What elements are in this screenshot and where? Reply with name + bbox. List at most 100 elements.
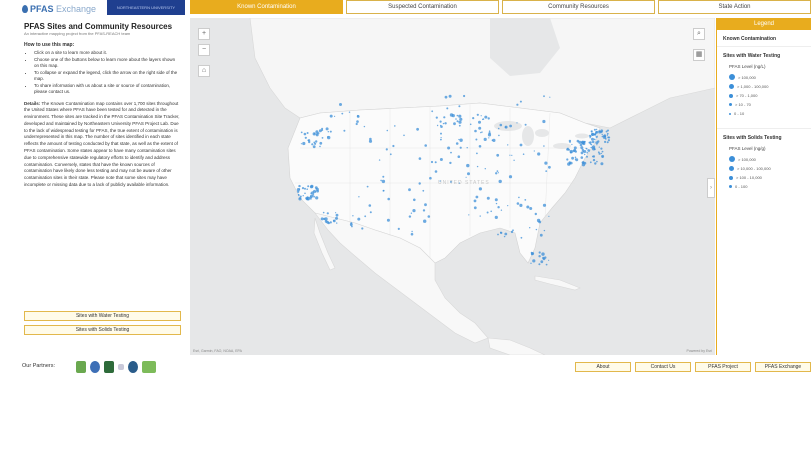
site-marker[interactable] — [607, 129, 609, 132]
site-marker[interactable] — [606, 132, 609, 135]
site-marker[interactable] — [482, 118, 485, 120]
partner-logo-icon[interactable] — [104, 361, 114, 373]
partner-logo-icon[interactable] — [128, 361, 138, 373]
site-marker[interactable] — [302, 195, 304, 197]
site-marker[interactable] — [535, 228, 538, 231]
site-marker[interactable] — [457, 155, 461, 158]
site-marker[interactable] — [576, 139, 580, 143]
site-marker[interactable] — [476, 165, 479, 168]
site-marker[interactable] — [519, 203, 523, 207]
site-marker[interactable] — [497, 233, 499, 236]
site-marker[interactable] — [569, 151, 572, 154]
site-marker[interactable] — [507, 144, 509, 146]
site-marker[interactable] — [355, 122, 358, 126]
site-marker[interactable] — [518, 196, 520, 199]
site-marker[interactable] — [315, 140, 318, 143]
site-marker[interactable] — [319, 141, 323, 145]
site-marker[interactable] — [591, 140, 595, 144]
site-marker[interactable] — [602, 135, 604, 137]
site-marker[interactable] — [529, 227, 531, 229]
site-marker[interactable] — [408, 188, 411, 192]
site-marker[interactable] — [468, 214, 470, 216]
site-marker[interactable] — [299, 195, 302, 198]
site-marker[interactable] — [593, 138, 596, 141]
site-marker[interactable] — [541, 252, 545, 256]
site-marker[interactable] — [498, 179, 502, 184]
site-marker[interactable] — [466, 163, 470, 168]
site-marker[interactable] — [478, 126, 482, 130]
site-marker[interactable] — [538, 251, 541, 254]
site-marker[interactable] — [302, 141, 306, 146]
site-marker[interactable] — [361, 227, 364, 230]
site-marker[interactable] — [478, 187, 482, 191]
site-marker[interactable] — [604, 140, 607, 143]
site-marker[interactable] — [588, 141, 591, 144]
home-button[interactable]: ⌂ — [198, 65, 210, 77]
site-marker[interactable] — [329, 130, 332, 133]
site-marker[interactable] — [366, 185, 369, 188]
site-marker[interactable] — [386, 218, 390, 222]
site-marker[interactable] — [491, 139, 494, 141]
site-marker[interactable] — [368, 139, 373, 143]
site-marker[interactable] — [538, 255, 541, 258]
site-marker[interactable] — [519, 143, 523, 147]
partner-logo-icon[interactable] — [118, 364, 124, 370]
site-marker[interactable] — [448, 94, 452, 98]
site-marker[interactable] — [300, 143, 302, 145]
site-marker[interactable] — [545, 170, 548, 173]
site-marker[interactable] — [569, 141, 571, 143]
esri-credit[interactable]: Powered by Esri — [687, 349, 712, 353]
site-marker[interactable] — [343, 129, 346, 132]
site-marker[interactable] — [508, 175, 513, 179]
site-marker[interactable] — [516, 202, 520, 205]
site-marker[interactable] — [539, 233, 543, 237]
site-marker[interactable] — [410, 212, 413, 214]
site-marker[interactable] — [548, 215, 550, 217]
site-marker[interactable] — [511, 154, 513, 156]
site-marker[interactable] — [484, 115, 488, 119]
site-marker[interactable] — [443, 116, 446, 119]
site-marker[interactable] — [566, 158, 569, 161]
site-marker[interactable] — [392, 144, 395, 148]
site-marker[interactable] — [352, 215, 354, 217]
site-marker[interactable] — [335, 212, 337, 214]
site-marker[interactable] — [431, 110, 434, 113]
site-marker[interactable] — [422, 189, 425, 192]
site-marker[interactable] — [351, 225, 353, 228]
site-marker[interactable] — [440, 132, 442, 135]
site-marker[interactable] — [358, 196, 360, 198]
site-marker[interactable] — [496, 170, 499, 173]
site-marker[interactable] — [479, 215, 481, 217]
site-marker[interactable] — [591, 131, 593, 133]
site-marker[interactable] — [311, 143, 314, 146]
site-marker[interactable] — [608, 136, 611, 139]
site-marker[interactable] — [364, 215, 367, 218]
site-marker[interactable] — [533, 150, 535, 152]
site-marker[interactable] — [587, 149, 591, 152]
site-marker[interactable] — [588, 134, 592, 137]
site-marker[interactable] — [356, 120, 359, 123]
site-marker[interactable] — [571, 143, 573, 146]
site-marker[interactable] — [486, 196, 490, 200]
site-marker[interactable] — [495, 202, 498, 205]
site-marker[interactable] — [595, 131, 598, 134]
site-marker[interactable] — [478, 145, 482, 148]
site-marker[interactable] — [601, 156, 604, 158]
site-marker[interactable] — [325, 127, 329, 131]
site-marker[interactable] — [503, 235, 506, 238]
site-marker[interactable] — [329, 221, 332, 224]
site-marker[interactable] — [307, 185, 310, 188]
site-marker[interactable] — [319, 145, 321, 148]
site-marker[interactable] — [600, 152, 603, 154]
site-marker[interactable] — [600, 162, 604, 166]
site-marker[interactable] — [459, 117, 463, 121]
site-marker[interactable] — [534, 212, 537, 216]
site-marker[interactable] — [504, 125, 508, 129]
site-marker[interactable] — [549, 96, 551, 98]
site-marker[interactable] — [526, 205, 530, 209]
site-marker[interactable] — [456, 120, 459, 123]
site-marker[interactable] — [571, 156, 574, 160]
site-marker[interactable] — [418, 182, 421, 185]
site-marker[interactable] — [321, 129, 324, 131]
site-marker[interactable] — [446, 107, 449, 110]
